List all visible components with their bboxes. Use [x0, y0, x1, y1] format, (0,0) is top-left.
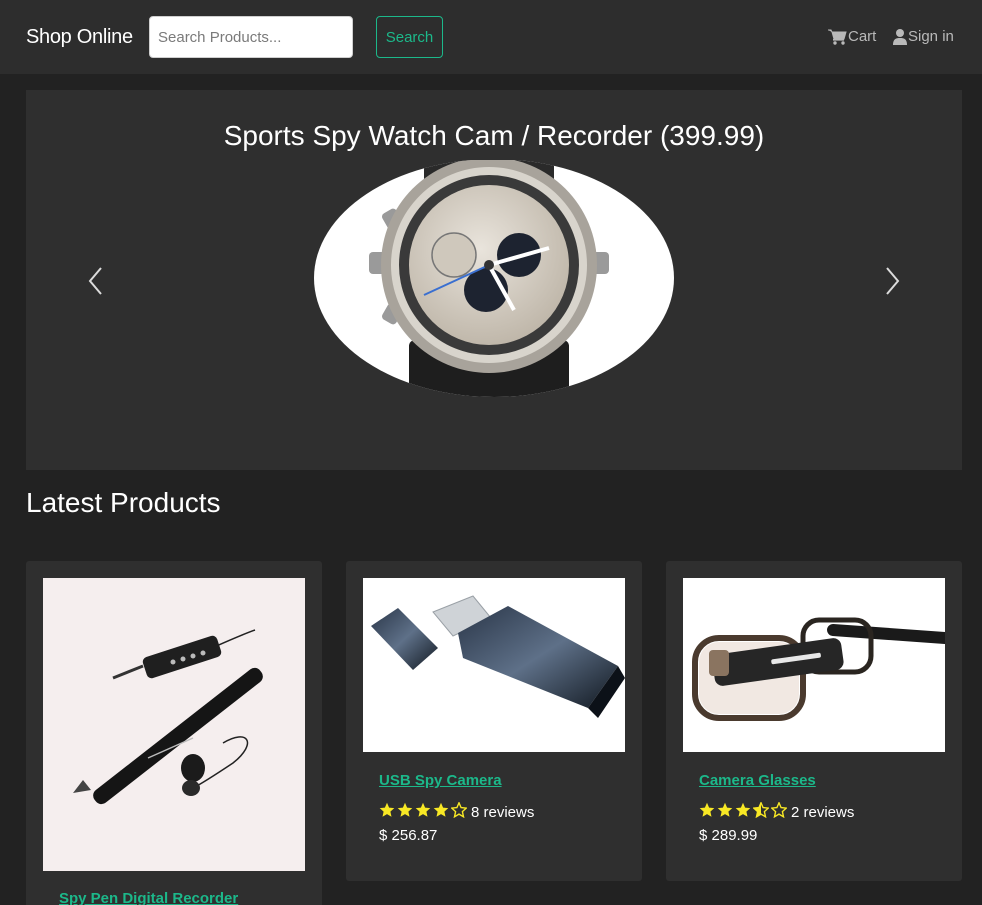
navbar: Shop Online Search Cart Sign in — [0, 0, 982, 74]
product-title[interactable]: USB Spy Camera — [379, 772, 502, 789]
star-full-icon — [735, 802, 751, 822]
review-count: 8 reviews — [471, 803, 535, 821]
latest-products-heading: Latest Products — [26, 487, 221, 518]
product-image-camera-glasses[interactable] — [683, 578, 945, 752]
cart-icon — [828, 29, 847, 45]
review-count: 2 reviews — [791, 803, 855, 821]
product-image-spy-pen[interactable] — [43, 578, 305, 871]
carousel-product-image[interactable] — [314, 160, 674, 400]
signin-link[interactable]: Sign in — [893, 28, 954, 45]
rating-stars — [379, 801, 468, 822]
user-icon — [893, 28, 907, 45]
chevron-left-icon — [86, 267, 106, 300]
product-rating: 8 reviews — [379, 801, 535, 822]
star-empty-icon — [770, 801, 788, 822]
product-image-usb-camera[interactable] — [363, 578, 625, 752]
product-title[interactable]: Spy Pen Digital Recorder — [59, 890, 238, 905]
product-card: Spy Pen Digital Recorder — [26, 561, 322, 905]
product-carousel: Sports Spy Watch Cam / Recorder (399.99) — [26, 90, 962, 470]
cart-link[interactable]: Cart — [828, 28, 876, 45]
product-card: Camera Glasses 2 reviews $ 289.99 — [666, 561, 962, 881]
product-price: $ 289.99 — [699, 827, 758, 844]
cart-label: Cart — [848, 28, 877, 45]
star-full-icon — [699, 802, 715, 822]
product-rating: 2 reviews — [699, 801, 855, 822]
star-full-icon — [415, 802, 431, 822]
rating-stars — [699, 801, 788, 822]
chevron-right-icon — [882, 267, 902, 300]
star-half-icon — [752, 801, 770, 822]
star-full-icon — [717, 802, 733, 822]
star-full-icon — [379, 802, 395, 822]
carousel-next-button[interactable] — [882, 266, 902, 296]
carousel-prev-button[interactable] — [86, 266, 106, 296]
product-card: USB Spy Camera 8 reviews $ 256.87 — [346, 561, 642, 881]
product-title[interactable]: Camera Glasses — [699, 772, 816, 789]
brand-logo[interactable]: Shop Online — [26, 26, 133, 49]
product-price: $ 256.87 — [379, 827, 438, 844]
signin-label: Sign in — [908, 28, 954, 45]
star-full-icon — [397, 802, 413, 822]
star-empty-icon — [450, 801, 468, 822]
search-button[interactable]: Search — [376, 16, 443, 58]
search-input[interactable] — [149, 16, 353, 58]
star-full-icon — [433, 802, 449, 822]
carousel-caption[interactable]: Sports Spy Watch Cam / Recorder (399.99) — [26, 120, 962, 152]
